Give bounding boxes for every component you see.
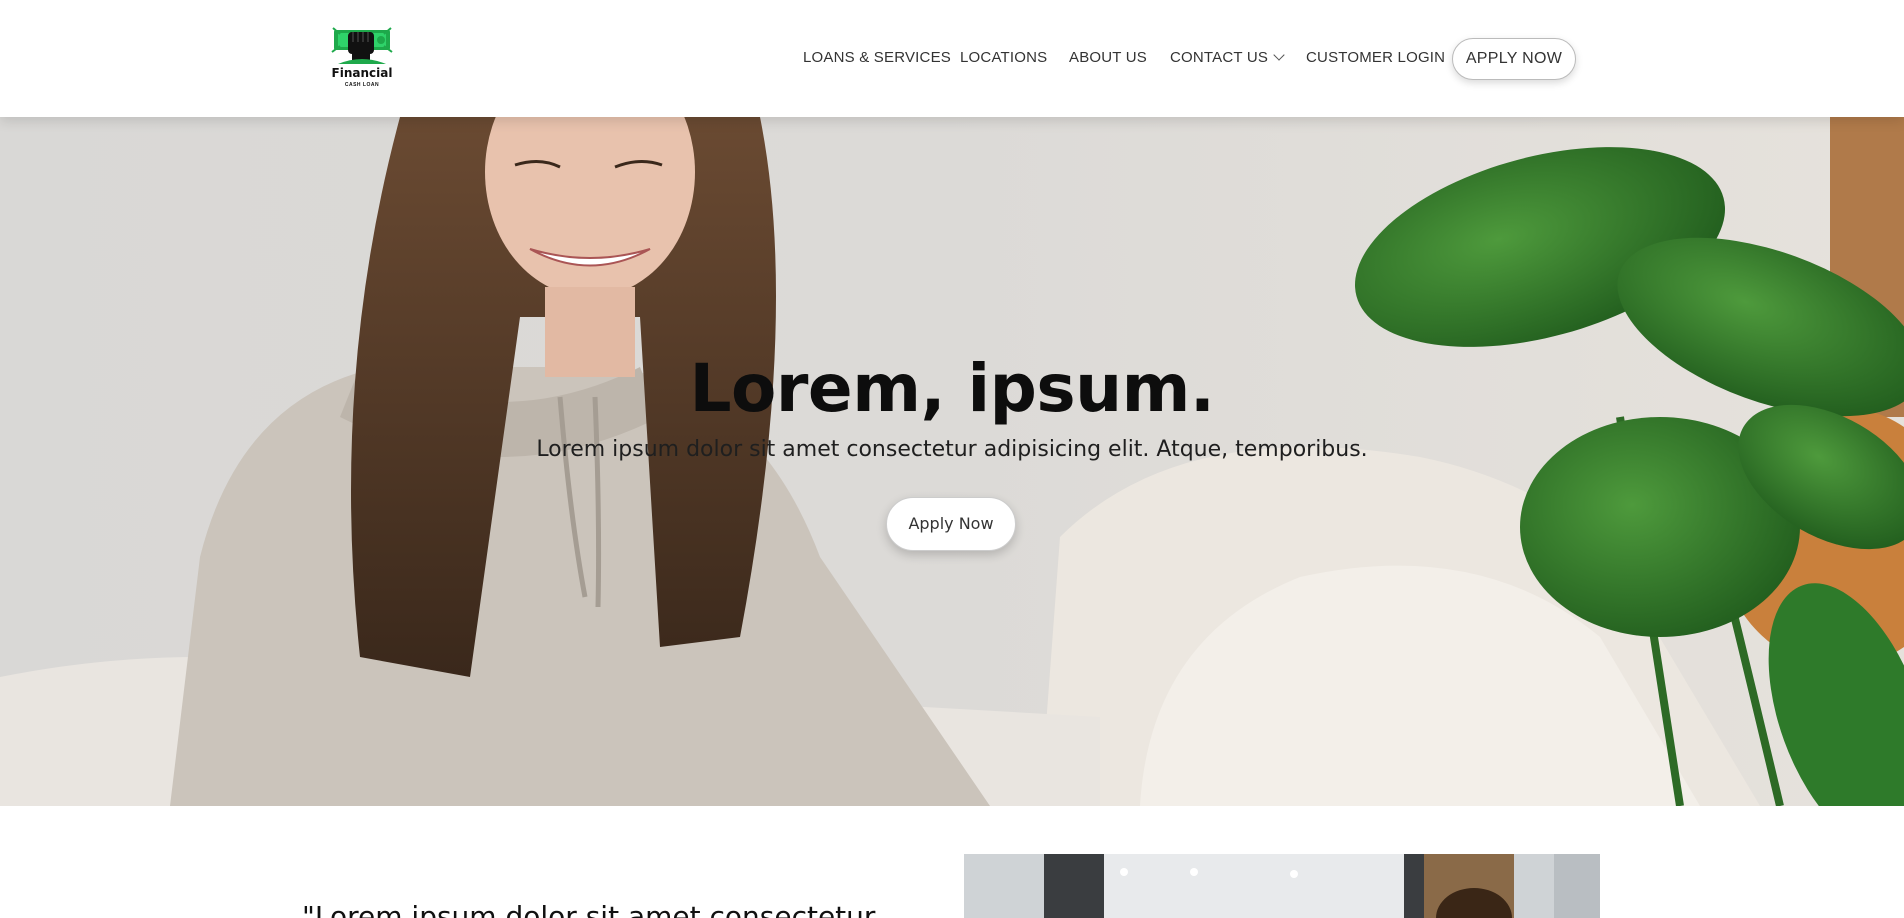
- nav-locations[interactable]: LOCATIONS: [960, 49, 1047, 69]
- apply-now-header-button[interactable]: APPLY NOW: [1452, 38, 1576, 80]
- site-header: Financial CASH LOAN LOANS & SERVICES LOC…: [0, 0, 1904, 117]
- intro-quote: "Lorem ipsum dolor sit amet consectetur: [302, 900, 876, 918]
- nav-about-us[interactable]: ABOUT US: [1069, 49, 1147, 69]
- office-image: [964, 854, 1600, 918]
- brand-tagline: CASH LOAN: [344, 82, 380, 88]
- brand-logo[interactable]: Financial CASH LOAN: [330, 24, 394, 92]
- office-photo: [964, 854, 1600, 918]
- fist-money-icon: [331, 27, 393, 64]
- nav-contact-label: CONTACT US: [1170, 49, 1269, 66]
- hero-title: Lorem, ipsum.: [689, 350, 1215, 427]
- nav-customer-login[interactable]: CUSTOMER LOGIN: [1306, 49, 1445, 69]
- nav-contact-us[interactable]: CONTACT US: [1170, 49, 1285, 69]
- nav-loans-services[interactable]: LOANS & SERVICES: [803, 49, 951, 69]
- apply-now-hero-button[interactable]: Apply Now: [886, 497, 1016, 551]
- hero-section: Lorem, ipsum. Lorem ipsum dolor sit amet…: [0, 117, 1904, 806]
- brand-name: Financial: [331, 66, 393, 80]
- hero-subtitle: Lorem ipsum dolor sit amet consectetur a…: [536, 437, 1368, 462]
- chevron-down-icon: [1273, 49, 1285, 61]
